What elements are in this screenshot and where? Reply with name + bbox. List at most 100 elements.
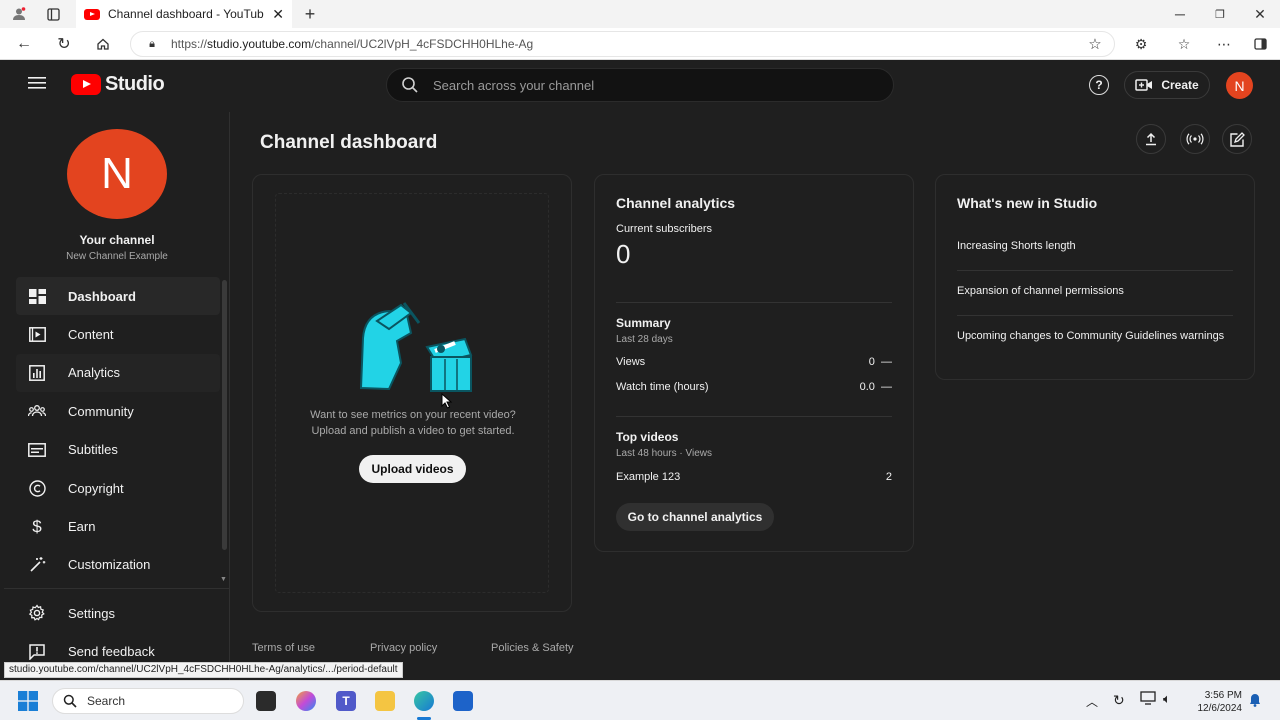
privacy-link[interactable]: Privacy policy (370, 642, 437, 654)
channel-analytics-card: Channel analytics Current subscribers 0 … (594, 174, 914, 552)
url-host: studio.youtube.com (207, 37, 312, 51)
top-videos-title: Top videos (616, 430, 679, 444)
community-icon (28, 402, 46, 420)
content-icon (28, 326, 46, 344)
sync-icon[interactable]: ↻ (1113, 692, 1125, 709)
sidebar-item-dashboard[interactable]: Dashboard (16, 277, 220, 316)
teams-icon[interactable]: T (336, 691, 356, 711)
task-view-icon[interactable] (256, 691, 276, 711)
volume-icon[interactable]: 🔈︎ (1163, 691, 1171, 707)
tab-channel-dashboard[interactable]: Channel dashboard - YouTube Stu ✕ (76, 0, 292, 28)
create-label: Create (1161, 78, 1199, 92)
sidebar-item-label: Analytics (68, 365, 121, 381)
watch-time-trend: — (881, 381, 892, 393)
sidebar-item-label: Subtitles (68, 442, 118, 458)
store-icon[interactable] (453, 691, 473, 711)
show-hidden-icons-icon[interactable]: ︿ (1086, 693, 1098, 710)
system-clock[interactable]: 3:56 PM 12/6/2024 (1188, 689, 1243, 715)
profile-icon[interactable] (10, 5, 28, 23)
help-icon[interactable]: ? (1089, 75, 1109, 95)
views-value: 0 (868, 356, 875, 368)
sidebar-toggle-icon[interactable] (1250, 34, 1270, 54)
views-row: Views 0 — (616, 356, 892, 368)
go-to-channel-analytics-button[interactable]: Go to channel analytics (616, 503, 774, 531)
edge-icon[interactable] (414, 691, 434, 711)
status-bar-url: studio.youtube.com/channel/UC2lVpH_4cFSD… (4, 662, 403, 678)
whats-new-title: What's new in Studio (957, 195, 1098, 211)
news-item[interactable]: Expansion of channel permissions (957, 283, 1233, 299)
tab-actions-icon[interactable] (44, 5, 62, 23)
scroll-down-icon[interactable]: ▼ (220, 576, 227, 583)
sidebar-item-label: Content (68, 327, 114, 343)
search-icon (401, 76, 419, 94)
url-path: /channel/UC2lVpH_4cFSDCHH0HLhe-Ag (311, 37, 534, 51)
sidebar-item-subtitles[interactable]: Subtitles (16, 431, 220, 469)
url-prefix: https:// (171, 37, 208, 51)
gear-icon (28, 604, 46, 622)
create-button[interactable]: Create (1124, 71, 1210, 99)
policies-link[interactable]: Policies & Safety (491, 642, 574, 654)
summary-title: Summary (616, 316, 671, 330)
sidebar-item-community[interactable]: Community (16, 392, 220, 430)
sidebar-nav: Dashboard Content Analytics Community Su… (16, 277, 220, 584)
sidebar-item-label: Community (68, 403, 134, 419)
sidebar-bottom: Settings Send feedback (4, 588, 230, 671)
search-input[interactable]: Search across your channel (386, 68, 894, 102)
sidebar-item-earn[interactable]: $ Earn (16, 507, 220, 545)
address-bar[interactable]: 🔒︎ https://studio.youtube.com/channel/UC… (130, 31, 1115, 57)
close-tab-icon[interactable]: ✕ (272, 6, 284, 23)
sidebar-item-analytics[interactable]: Analytics (16, 353, 220, 393)
browser-toolbar: ← ↻ 🔒︎ https://studio.youtube.com/channe… (0, 28, 1280, 60)
news-item[interactable]: Increasing Shorts length (957, 238, 1233, 254)
watch-time-value: 0.0 (859, 381, 875, 393)
divider (957, 270, 1233, 271)
favorites-icon[interactable]: ☆ (1174, 34, 1194, 54)
studio-logo[interactable]: Studio (71, 73, 165, 96)
network-icon[interactable] (1140, 691, 1156, 705)
upload-videos-button[interactable]: Upload videos (359, 455, 466, 483)
summary-period: Last 28 days (616, 334, 673, 345)
extensions-icon[interactable]: ⚙ (1131, 34, 1151, 54)
favorite-star-icon[interactable]: ☆ (1086, 35, 1104, 53)
copyright-icon (28, 479, 46, 497)
sidebar-item-copyright[interactable]: Copyright (16, 469, 220, 507)
sidebar-item-customization[interactable]: Customization (16, 546, 220, 584)
copilot-icon[interactable] (296, 691, 316, 711)
top-video-row[interactable]: Example 123 2 (616, 471, 892, 483)
back-icon[interactable]: ← (14, 34, 34, 54)
windows-start-icon[interactable] (18, 691, 38, 711)
top-video-views: 2 (885, 471, 892, 483)
taskbar-search[interactable]: Search (52, 688, 244, 714)
go-live-icon[interactable] (1180, 124, 1210, 154)
terms-link[interactable]: Terms of use (252, 642, 315, 654)
home-icon[interactable] (93, 34, 113, 54)
studio-header: Studio Search across your channel ? Crea… (4, 60, 1276, 112)
refresh-icon[interactable]: ↻ (54, 34, 74, 54)
sidebar-item-label: Customization (68, 557, 151, 573)
restore-icon[interactable]: ❐ (1210, 4, 1230, 24)
sidebar-item-settings[interactable]: Settings (16, 594, 230, 632)
minimize-icon[interactable]: ─ (1170, 4, 1190, 24)
divider (957, 315, 1233, 316)
browser-tab-bar: Channel dashboard - YouTube Stu ✕ + ─ ❐ … (0, 0, 1280, 28)
account-avatar[interactable]: N (1226, 72, 1253, 99)
new-tab-icon[interactable]: + (300, 4, 320, 24)
notification-bell-icon[interactable] (1249, 693, 1261, 707)
channel-avatar[interactable]: N (67, 129, 167, 219)
search-placeholder: Search across your channel (433, 77, 595, 93)
sidebar-item-content[interactable]: Content (16, 315, 220, 353)
menu-icon[interactable] (28, 76, 46, 90)
close-window-icon[interactable]: ✕ (1250, 4, 1270, 24)
logo-text: Studio (105, 73, 165, 95)
upload-illustration (349, 293, 479, 403)
file-explorer-icon[interactable] (375, 691, 395, 711)
news-item[interactable]: Upcoming changes to Community Guidelines… (957, 328, 1233, 344)
top-videos-subtitle: Last 48 hours · Views (616, 448, 712, 459)
create-post-icon[interactable] (1222, 124, 1252, 154)
upload-icon[interactable] (1136, 124, 1166, 154)
subscribers-count: 0 (616, 239, 631, 269)
top-video-title: Example 123 (616, 471, 681, 483)
upload-prompt-line1: Want to see metrics on your recent video… (310, 409, 516, 421)
more-options-icon[interactable]: ⋯ (1214, 34, 1234, 54)
sidebar-scrollbar[interactable] (222, 280, 227, 550)
